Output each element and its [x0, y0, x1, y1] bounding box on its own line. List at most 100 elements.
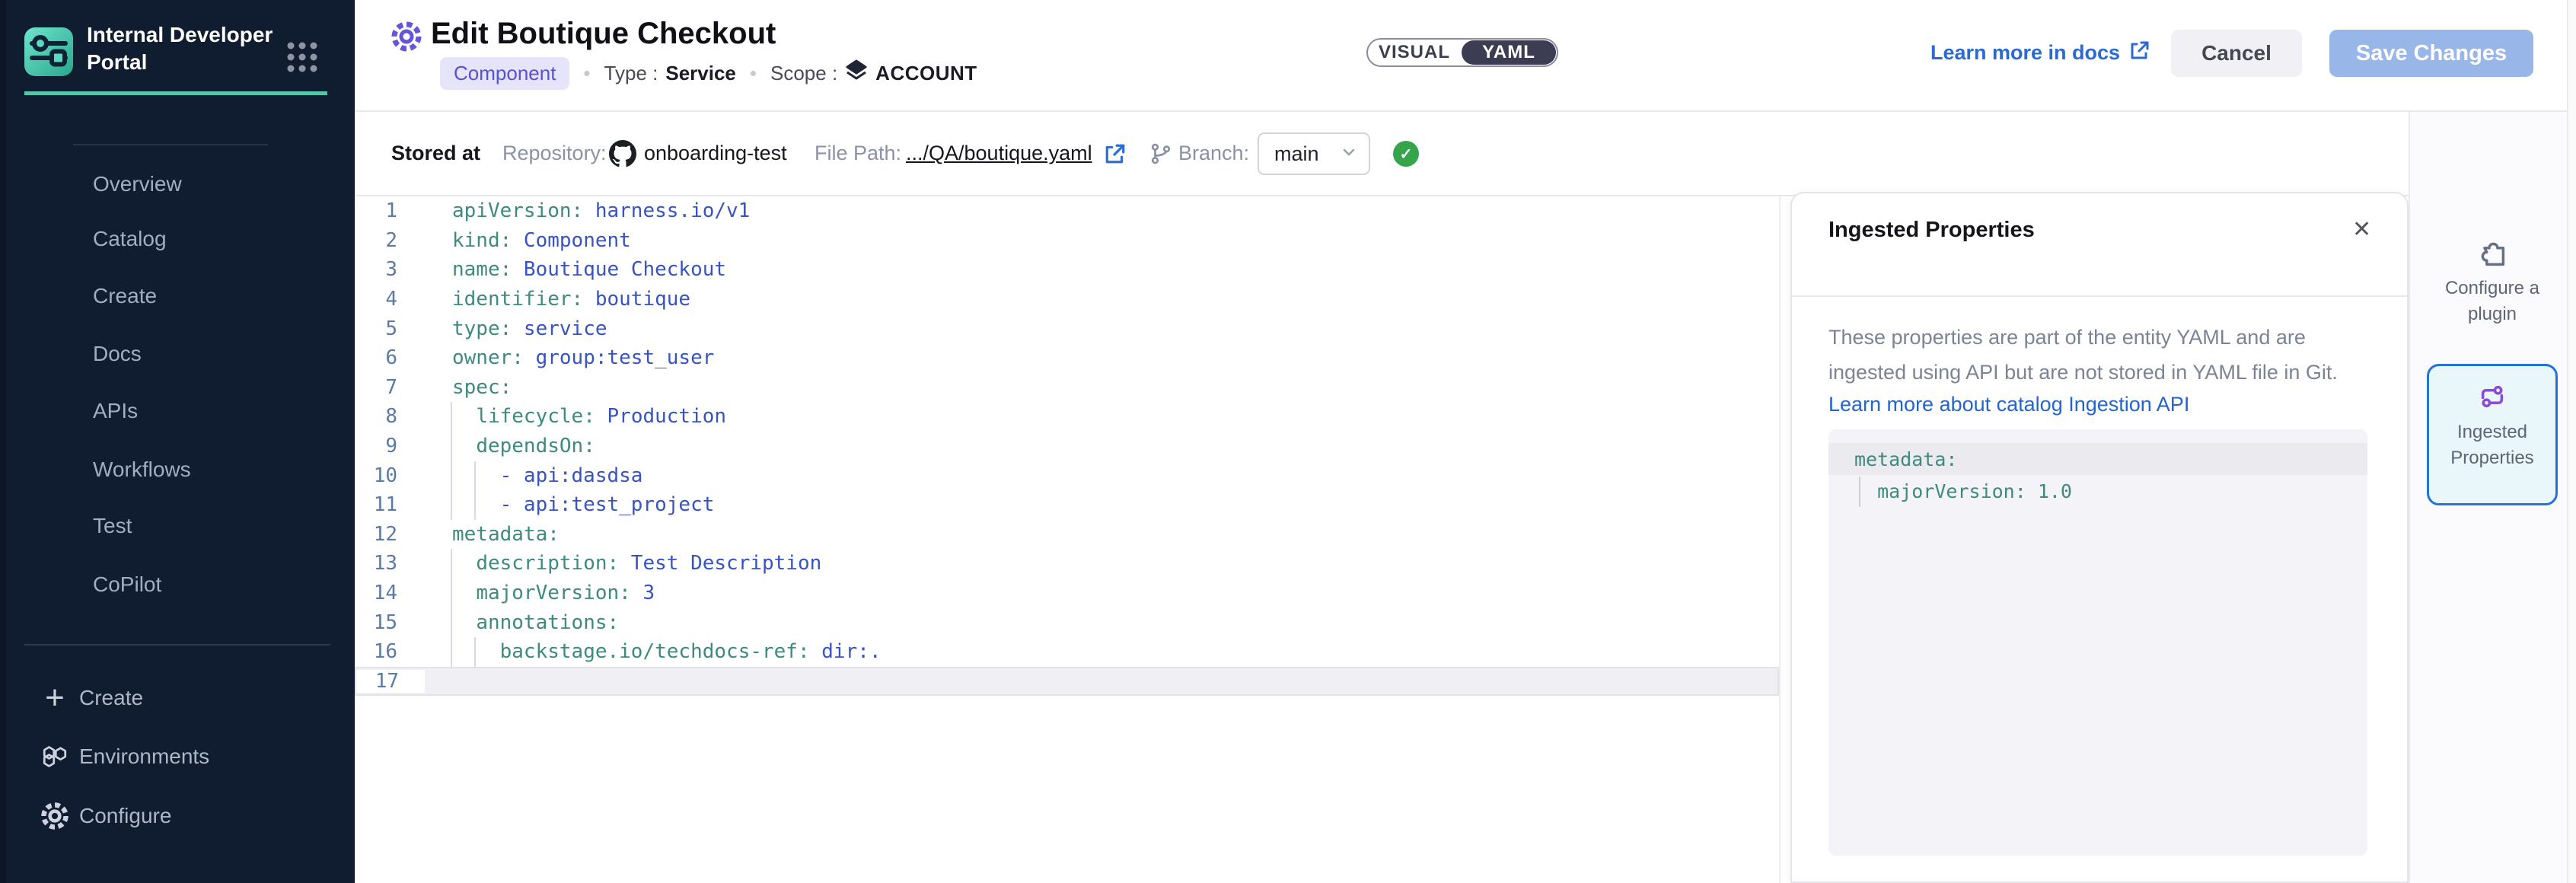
code-line[interactable]: 1apiVersion: harness.io/v1	[355, 196, 1779, 226]
ingested-properties-label: Ingested Properties	[2429, 419, 2555, 471]
code-line[interactable]: 9 dependsOn:	[355, 432, 1779, 461]
code-line[interactable]: 11 - api:test_project	[355, 490, 1779, 520]
line-content: kind: Component	[423, 229, 631, 252]
entity-gear-icon	[390, 20, 423, 53]
repository-value: onboarding-test	[644, 112, 787, 195]
ingestion-api-link[interactable]: Learn more about catalog Ingestion API	[1828, 393, 2189, 416]
ingested-properties-card[interactable]: Ingested Properties	[2427, 364, 2558, 505]
app-logo[interactable]	[24, 27, 73, 76]
line-content: owner: group:test_user	[423, 346, 714, 369]
yaml-editor[interactable]: 1apiVersion: harness.io/v12kind: Compone…	[355, 196, 1779, 883]
code-line[interactable]: 6owner: group:test_user	[355, 343, 1779, 373]
sidebar-item-apis[interactable]: APIs	[0, 394, 355, 428]
sidebar-divider	[73, 144, 268, 145]
indent-guide	[451, 402, 452, 520]
line-content: apiVersion: harness.io/v1	[423, 199, 750, 222]
github-icon	[609, 112, 636, 195]
entity-meta-row: Component • Type : Service • Scope : ACC…	[440, 58, 977, 88]
sidebar-item-copilot[interactable]: CoPilot	[0, 568, 355, 601]
sidebar-item-test[interactable]: Test	[0, 509, 355, 543]
sliders-logo-icon	[24, 26, 73, 78]
toggle-yaml[interactable]: YAML	[1462, 40, 1556, 65]
line-content: type: service	[423, 317, 607, 340]
line-content: - api:test_project	[423, 493, 714, 516]
panel-divider	[1792, 295, 2407, 297]
code-line[interactable]: 10 - api:dasdsa	[355, 461, 1779, 490]
line-number: 8	[355, 405, 423, 428]
sidebar-item-configure[interactable]: Configure	[0, 798, 355, 834]
line-content: lifecycle: Production	[423, 405, 726, 428]
panel-description: These properties are part of the entity …	[1828, 320, 2343, 390]
sidebar: Internal Developer Portal OverviewCatalo…	[0, 0, 355, 883]
code-line[interactable]: 16 backstage.io/techdocs-ref: dir:.	[355, 637, 1779, 667]
sidebar-item-catalog[interactable]: Catalog	[0, 222, 355, 256]
line-number: 3	[355, 258, 423, 281]
line-number: 10	[355, 464, 423, 487]
file-path-label: File Path:	[815, 112, 901, 195]
line-number: 4	[355, 288, 423, 311]
sidebar-item-overview[interactable]: Overview	[0, 167, 355, 201]
line-content: annotations:	[423, 611, 619, 634]
line-content: description: Test Description	[423, 552, 821, 575]
code-line[interactable]: 12metadata:	[355, 520, 1779, 550]
brand-accent-bar	[24, 91, 327, 95]
sidebar-item-label: Environments	[79, 744, 209, 769]
ingested-code-lines: metadata: majorVersion: 1.0	[1828, 443, 2367, 507]
repository-label: Repository:	[502, 112, 607, 195]
line-number: 6	[355, 346, 423, 369]
sidebar-item-create[interactable]: +Create	[0, 680, 355, 716]
apps-grid-icon[interactable]	[285, 40, 320, 78]
panel-title: Ingested Properties	[1828, 218, 2035, 243]
close-icon[interactable]: ✕	[2352, 216, 2371, 243]
cancel-button[interactable]: Cancel	[2171, 30, 2302, 77]
code-line[interactable]: 2kind: Component	[355, 226, 1779, 256]
sidebar-item-create[interactable]: Create	[0, 279, 355, 313]
line-content: name: Boutique Checkout	[423, 258, 726, 281]
page-title: Edit Boutique Checkout	[431, 17, 776, 51]
toggle-visual[interactable]: VISUAL	[1368, 40, 1461, 65]
code-line[interactable]: 3name: Boutique Checkout	[355, 255, 1779, 285]
environments-icon	[38, 740, 72, 773]
code-line[interactable]: 17	[355, 667, 1779, 697]
code-line[interactable]: 13 description: Test Description	[355, 549, 1779, 579]
git-branch-icon	[1149, 112, 1172, 195]
code-line[interactable]: 15 annotations:	[355, 607, 1779, 637]
branch-label: Branch:	[1178, 112, 1249, 195]
line-number: 7	[355, 376, 423, 399]
sidebar-item-workflows[interactable]: Workflows	[0, 453, 355, 486]
ingested-code-block: metadata: majorVersion: 1.0	[1828, 429, 2367, 856]
code-line[interactable]: 5type: service	[355, 314, 1779, 343]
branch-select[interactable]: main	[1258, 132, 1370, 175]
stored-at-bar: Stored at Repository: onboarding-test Fi…	[355, 112, 2576, 196]
line-number: 17	[356, 670, 425, 693]
save-changes-button[interactable]: Save Changes	[2329, 30, 2533, 77]
separator-dot: •	[750, 62, 757, 85]
indent-guide	[474, 461, 476, 520]
file-path-link[interactable]: .../QA/boutique.yaml	[906, 112, 1092, 195]
code-line[interactable]: 14 majorVersion: 3	[355, 579, 1779, 608]
separator-dot: •	[583, 62, 590, 85]
yaml-lines: 1apiVersion: harness.io/v12kind: Compone…	[355, 196, 1779, 696]
sidebar-item-docs[interactable]: Docs	[0, 337, 355, 371]
ingested-code-line: majorVersion: 1.0	[1828, 475, 2367, 507]
branch-value: main	[1274, 142, 1340, 166]
sidebar-item-environments[interactable]: Environments	[0, 738, 355, 775]
visual-yaml-toggle[interactable]: VISUAL YAML	[1366, 38, 1558, 67]
line-number: 1	[355, 199, 423, 222]
configure-plugin-label: Configure a plugin	[2427, 276, 2558, 327]
line-number: 13	[355, 552, 423, 575]
ingested-code-line: metadata:	[1828, 443, 2367, 475]
sidebar-item-label: Configure	[79, 804, 171, 828]
line-number: 9	[355, 435, 423, 457]
kind-badge: Component	[440, 57, 569, 90]
code-line[interactable]: 7spec:	[355, 373, 1779, 403]
configure-plugin-card[interactable]: Configure a plugin	[2427, 222, 2558, 353]
puzzle-icon	[2475, 236, 2510, 271]
line-number: 2	[355, 229, 423, 252]
external-link-icon[interactable]	[1104, 112, 1127, 195]
code-line[interactable]: 8 lifecycle: Production	[355, 402, 1779, 432]
code-line[interactable]: 4identifier: boutique	[355, 285, 1779, 314]
ingested-properties-panel: Ingested Properties ✕ These properties a…	[1790, 192, 2409, 883]
learn-more-docs-link[interactable]: Learn more in docs	[1930, 40, 2150, 66]
scrollbar-track[interactable]	[2567, 0, 2576, 883]
